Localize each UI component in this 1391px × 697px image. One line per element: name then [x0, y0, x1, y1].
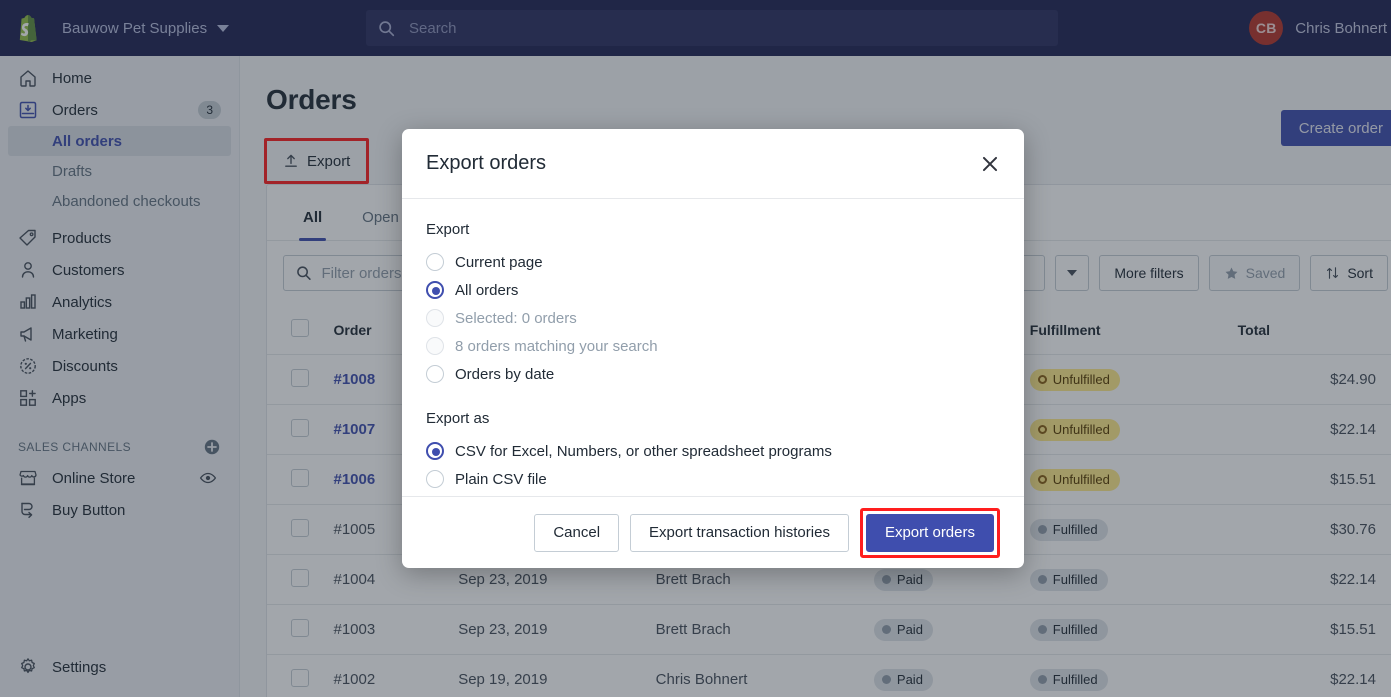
export-format-option-1[interactable]: Plain CSV file	[426, 465, 1000, 493]
close-button[interactable]	[978, 152, 1002, 176]
modal-title: Export orders	[426, 152, 547, 174]
radio-label: All orders	[455, 281, 519, 299]
export-transaction-histories-button[interactable]: Export transaction histories	[630, 513, 849, 552]
export-scope-option-3: 8 orders matching your search	[426, 332, 1000, 360]
export-scope-option-2: Selected: 0 orders	[426, 304, 1000, 332]
modal-body: Export Current page All orders Selected: 0…	[402, 199, 1024, 496]
export-format-option-0[interactable]: CSV for Excel, Numbers, or other spreads…	[426, 437, 1000, 465]
radio-button-icon[interactable]	[426, 442, 444, 460]
radio-label: CSV for Excel, Numbers, or other spreads…	[455, 442, 832, 460]
radio-label: Selected: 0 orders	[455, 309, 577, 327]
export-scope-option-4[interactable]: Orders by date	[426, 360, 1000, 388]
export-scope-radio-group: Current page All orders Selected: 0 orders…	[426, 248, 1000, 388]
shopify-admin-app: Bauwow Pet Supplies CB Chris Bohnert Hom…	[0, 0, 1391, 697]
radio-button-icon[interactable]	[426, 281, 444, 299]
radio-button-icon[interactable]	[426, 365, 444, 383]
export-group-label: Export	[426, 221, 470, 238]
close-icon	[982, 156, 998, 171]
radio-label: Orders by date	[455, 365, 555, 383]
export-orders-modal: Export orders Export Current page All ord…	[402, 129, 1024, 568]
radio-button-icon	[426, 337, 444, 355]
export-orders-button-highlight: Export orders	[859, 507, 1000, 558]
radio-label: 8 orders matching your search	[455, 337, 658, 355]
cancel-button[interactable]: Cancel	[534, 513, 620, 552]
radio-button-icon[interactable]	[426, 470, 444, 488]
export-format-radio-group: CSV for Excel, Numbers, or other spreads…	[426, 437, 1000, 493]
radio-label: Plain CSV file	[455, 470, 547, 488]
radio-button-icon[interactable]	[426, 253, 444, 271]
export-orders-submit-button[interactable]: Export orders	[865, 513, 994, 552]
radio-label: Current page	[455, 253, 543, 271]
export-as-label: Export as	[426, 410, 490, 427]
radio-button-icon	[426, 309, 444, 327]
modal-header: Export orders	[402, 129, 1024, 199]
modal-footer: Cancel Export transaction histories Expo…	[402, 496, 1024, 568]
export-scope-option-1[interactable]: All orders	[426, 276, 1000, 304]
export-scope-option-0[interactable]: Current page	[426, 248, 1000, 276]
